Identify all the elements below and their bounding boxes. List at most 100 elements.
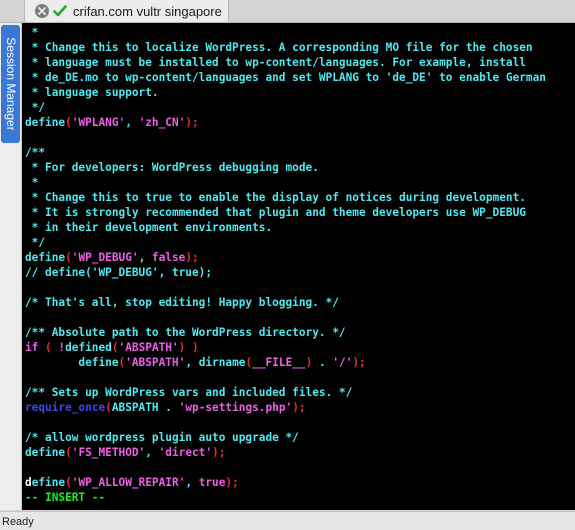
code-token: /** bbox=[25, 146, 46, 159]
code-token: , bbox=[138, 251, 152, 264]
code-token: * It is strongly recommended that plugin… bbox=[25, 206, 526, 219]
terminal-line: /** bbox=[25, 145, 575, 160]
code-token: * For developers: WordPress debugging mo… bbox=[25, 161, 319, 174]
code-token: ); bbox=[185, 116, 199, 129]
code-token: ( bbox=[111, 341, 119, 354]
terminal-line: /* That's all, stop editing! Happy blogg… bbox=[25, 295, 575, 310]
code-token: /** Sets up WordPress vars and included … bbox=[25, 386, 353, 399]
code-token: * Change this to true to enable the disp… bbox=[25, 191, 526, 204]
code-token: ); bbox=[292, 401, 306, 414]
code-token: // define('WP_DEBUG', true); bbox=[25, 266, 213, 279]
terminal-line: -- INSERT -- bbox=[25, 490, 575, 505]
status-bar: Ready bbox=[0, 511, 575, 530]
code-token: * bbox=[25, 176, 39, 189]
terminal-line: * For developers: WordPress debugging mo… bbox=[25, 160, 575, 175]
code-token: if bbox=[25, 341, 39, 354]
code-token: , bbox=[185, 356, 199, 369]
code-token: ); bbox=[212, 446, 226, 459]
code-token: ( bbox=[65, 116, 72, 129]
code-token: dirname bbox=[198, 356, 246, 369]
code-token: ( bbox=[65, 476, 72, 489]
terminal-line: if ( !defined('ABSPATH') ) bbox=[25, 340, 575, 355]
code-token: require_once bbox=[25, 401, 106, 414]
session-tab-crifan[interactable]: crifan.com vultr singapore bbox=[24, 0, 229, 22]
code-token: 'FS_METHOD' bbox=[71, 446, 146, 459]
code-token: efine bbox=[31, 476, 66, 489]
terminal-pane[interactable]: * * Change this to localize WordPress. A… bbox=[22, 23, 575, 510]
session-manager-label: Session Manager bbox=[3, 37, 18, 131]
code-token: 'WP_ALLOW_REPAIR' bbox=[71, 476, 186, 489]
terminal-line: */ bbox=[25, 235, 575, 250]
close-icon[interactable] bbox=[35, 4, 49, 18]
terminal-line: * language support. bbox=[25, 85, 575, 100]
terminal-line: * bbox=[25, 25, 575, 40]
status-text: Ready bbox=[2, 516, 34, 528]
code-token: , bbox=[145, 446, 159, 459]
code-token: * in their development environments. bbox=[25, 221, 273, 234]
code-token: 'WPLANG' bbox=[71, 116, 126, 129]
session-manager-tab[interactable]: Session Manager bbox=[1, 25, 20, 143]
terminal-line: * in their development environments. bbox=[25, 220, 575, 235]
terminal-line: /** Absolute path to the WordPress direc… bbox=[25, 325, 575, 340]
code-token: define bbox=[25, 251, 66, 264]
code-token: ); bbox=[185, 251, 199, 264]
terminal-line: define('ABSPATH', dirname(__FILE__) . '/… bbox=[25, 355, 575, 370]
terminal-line: define('WP_ALLOW_REPAIR', true); bbox=[25, 475, 575, 490]
code-token: define bbox=[25, 116, 66, 129]
code-token: -- INSERT -- bbox=[25, 491, 106, 504]
terminal-line: // define('WP_DEBUG', true); bbox=[25, 265, 575, 280]
terminal-line: /* allow wordpress plugin auto upgrade *… bbox=[25, 430, 575, 445]
code-token: ); bbox=[225, 476, 239, 489]
code-token: /* That's all, stop editing! Happy blogg… bbox=[25, 296, 339, 309]
code-token: 'WP_DEBUG' bbox=[71, 251, 139, 264]
code-token: , bbox=[125, 116, 139, 129]
code-token: */ bbox=[25, 236, 46, 249]
code-token: . bbox=[312, 356, 333, 369]
code-token: . bbox=[158, 401, 179, 414]
tab-title: crifan.com vultr singapore bbox=[73, 3, 222, 19]
code-token: /** Absolute path to the WordPress direc… bbox=[25, 326, 346, 339]
code-token: '/' bbox=[332, 356, 353, 369]
checkmark-icon bbox=[53, 5, 67, 17]
code-token: * Change this to localize WordPress. A c… bbox=[25, 41, 533, 54]
code-token: /* allow wordpress plugin auto upgrade *… bbox=[25, 431, 299, 444]
tab-bar: crifan.com vultr singapore bbox=[0, 0, 575, 23]
code-token: * language support. bbox=[25, 86, 159, 99]
terminal-line: * language must be installed to wp-conte… bbox=[25, 55, 575, 70]
terminal-line: * bbox=[25, 175, 575, 190]
code-token: , bbox=[185, 476, 199, 489]
code-token: ( bbox=[38, 341, 59, 354]
code-token: ) ) bbox=[178, 341, 199, 354]
code-token: true bbox=[198, 476, 226, 489]
terminal-line: define('WPLANG', 'zh_CN'); bbox=[25, 115, 575, 130]
terminal-line: * de_DE.mo to wp-content/languages and s… bbox=[25, 70, 575, 85]
code-token: */ bbox=[25, 101, 46, 114]
terminal-line: require_once(ABSPATH . 'wp-settings.php'… bbox=[25, 400, 575, 415]
code-token: define bbox=[25, 446, 66, 459]
code-token: ( bbox=[65, 446, 72, 459]
terminal-line: */ bbox=[25, 100, 575, 115]
terminal-line: * Change this to true to enable the disp… bbox=[25, 190, 575, 205]
terminal-line: * It is strongly recommended that plugin… bbox=[25, 205, 575, 220]
sidebar: Session Manager bbox=[0, 23, 22, 510]
code-token: ABSPATH bbox=[111, 401, 159, 414]
code-token: * bbox=[25, 26, 39, 39]
code-token: 'wp-settings.php' bbox=[178, 401, 293, 414]
code-token: 'zh_CN' bbox=[138, 116, 186, 129]
code-token: 'ABSPATH' bbox=[118, 341, 179, 354]
terminal-line: * Change this to localize WordPress. A c… bbox=[25, 40, 575, 55]
code-token: ( bbox=[105, 401, 112, 414]
code-token: false bbox=[151, 251, 186, 264]
code-token: defined bbox=[65, 341, 112, 354]
code-token: 'ABSPATH' bbox=[125, 356, 186, 369]
code-token: 'direct' bbox=[158, 446, 213, 459]
code-token: ( bbox=[65, 251, 72, 264]
terminal-line: /** Sets up WordPress vars and included … bbox=[25, 385, 575, 400]
terminal-line: define('FS_METHOD', 'direct'); bbox=[25, 445, 575, 460]
code-token: define bbox=[25, 356, 119, 369]
